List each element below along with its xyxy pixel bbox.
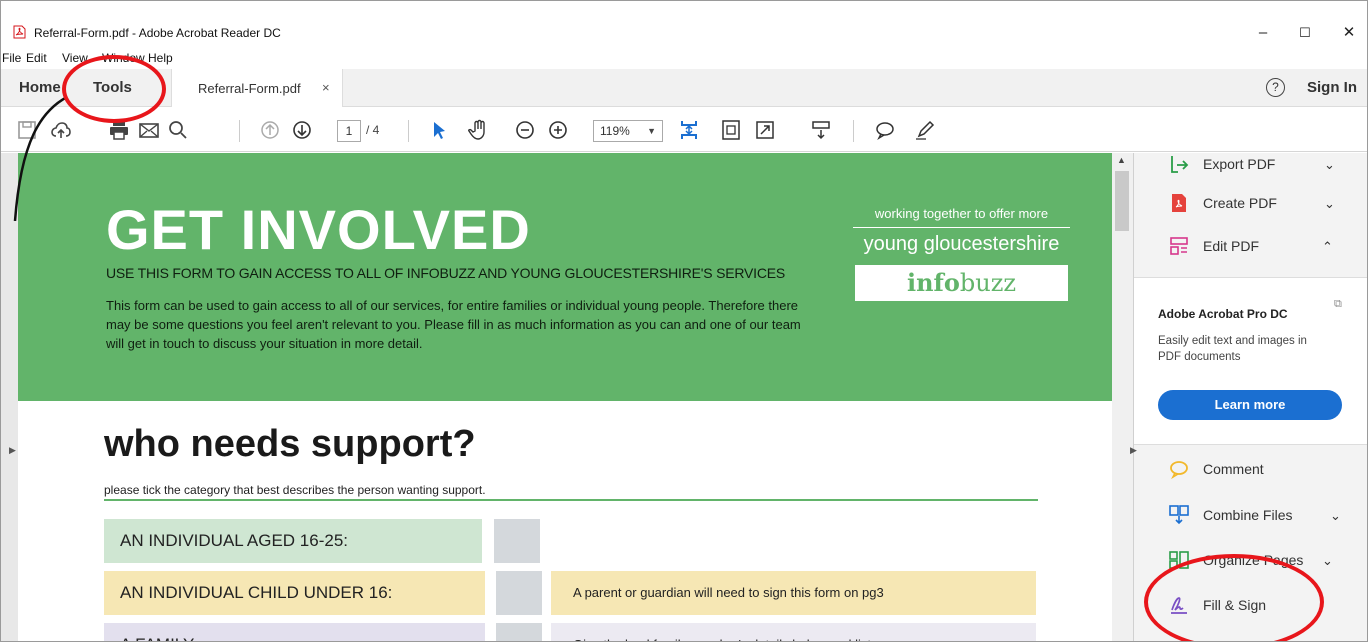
zoom-out-icon[interactable] <box>513 118 537 142</box>
create-pdf-icon <box>1168 192 1190 214</box>
tool-label: Export PDF <box>1203 156 1276 172</box>
document-tab-label: Referral-Form.pdf <box>198 81 301 96</box>
chevron-down-icon[interactable]: ⌄ <box>1324 157 1335 173</box>
annotation-circle-fill-sign <box>1144 554 1324 641</box>
infobuzz-logo: infobuzz <box>855 265 1068 301</box>
copy-icon[interactable]: ⧉ <box>1334 298 1342 311</box>
zoom-select[interactable]: 119% ▼ <box>593 120 663 142</box>
tool-comment[interactable]: Comment <box>1134 450 1367 490</box>
scroll-up-arrow[interactable]: ▲ <box>1117 155 1126 165</box>
left-panel-toggle[interactable]: ▶ <box>9 445 16 456</box>
section-subtitle: please tick the category that best descr… <box>104 483 486 497</box>
menu-help[interactable]: Help <box>148 51 173 65</box>
page-total: / 4 <box>366 123 380 137</box>
fit-width-icon[interactable] <box>719 118 743 142</box>
banner-title: GET INVOLVED <box>106 198 531 261</box>
banner-body: This form can be used to gain access to … <box>106 298 801 351</box>
promo-text: Easily edit text and images in PDF docum… <box>1158 335 1307 363</box>
minimize-button[interactable]: – <box>1251 22 1275 44</box>
read-mode-icon[interactable] <box>809 118 833 142</box>
page-number-input[interactable]: 1 <box>337 120 361 142</box>
full-screen-icon[interactable] <box>753 118 777 142</box>
tool-edit-pdf[interactable]: Edit PDF ⌃ <box>1134 227 1367 267</box>
menu-bar: File Edit View Window Help <box>1 48 1367 68</box>
note-box: Give the lead family member's details be… <box>551 623 1036 641</box>
select-icon[interactable] <box>427 118 451 142</box>
tab-document[interactable]: Referral-Form.pdf × <box>171 69 343 107</box>
tab-bar: Home Tools Referral-Form.pdf × ? Sign In <box>1 69 1367 107</box>
title-bar: Referral-Form.pdf - Adobe Acrobat Reader… <box>1 19 1367 47</box>
document-view[interactable]: ▶ GET INVOLVED USE THIS FORM TO GAIN ACC… <box>1 153 1133 641</box>
tool-label: Edit PDF <box>1203 238 1260 254</box>
chevron-down-icon[interactable]: ⌄ <box>1324 196 1335 212</box>
tool-combine-files[interactable]: Combine Files ⌄ <box>1134 496 1367 536</box>
comment-tool-icon <box>1168 458 1190 480</box>
logo-name: young gloucestershire <box>863 233 1060 255</box>
app-window: Referral-Form.pdf - Adobe Acrobat Reader… <box>0 0 1368 642</box>
zoom-in-icon[interactable] <box>546 118 570 142</box>
page-down-icon[interactable] <box>290 118 314 142</box>
pen-icon[interactable] <box>913 118 937 142</box>
tool-export-pdf[interactable]: Export PDF ⌄ <box>1134 145 1367 185</box>
chevron-down-icon[interactable]: ⌄ <box>1322 553 1333 569</box>
option-row: A FAMILY: <box>104 623 485 641</box>
sign-in-link[interactable]: Sign In <box>1307 79 1357 96</box>
page-up-icon[interactable] <box>258 118 282 142</box>
tool-label: Combine Files <box>1203 507 1293 523</box>
tool-label: Create PDF <box>1203 195 1277 211</box>
hand-icon[interactable] <box>467 118 491 142</box>
tick-box[interactable] <box>494 519 540 563</box>
section-divider <box>104 499 1038 501</box>
tool-label: Comment <box>1203 461 1264 477</box>
upsell-card: Adobe Acrobat Pro DC ⧉ Easily edit text … <box>1134 277 1367 445</box>
comment-icon[interactable] <box>873 118 897 142</box>
maximize-button[interactable]: ☐ <box>1293 22 1317 44</box>
banner-subtitle: USE THIS FORM TO GAIN ACCESS TO ALL OF I… <box>106 265 786 281</box>
learn-more-button[interactable]: Learn more <box>1158 390 1342 420</box>
help-icon[interactable]: ? <box>1266 78 1285 97</box>
chevron-up-icon[interactable]: ⌃ <box>1322 239 1333 255</box>
scroll-thumb[interactable] <box>1115 171 1129 231</box>
tool-create-pdf[interactable]: Create PDF ⌄ <box>1134 184 1367 224</box>
promo-title: Adobe Acrobat Pro DC <box>1158 307 1288 321</box>
close-tab-button[interactable]: × <box>322 80 330 95</box>
vertical-scrollbar[interactable]: ▲ <box>1112 153 1133 641</box>
banner: GET INVOLVED USE THIS FORM TO GAIN ACCES… <box>18 153 1112 401</box>
tick-box[interactable] <box>496 623 542 641</box>
logo-tagline: working together to offer more <box>853 206 1070 228</box>
section-title: who needs support? <box>104 423 476 465</box>
export-pdf-icon <box>1168 153 1190 175</box>
chevron-down-icon[interactable]: ⌄ <box>1330 508 1341 524</box>
annotation-circle-tools <box>62 55 166 123</box>
option-row: AN INDIVIDUAL AGED 16-25: <box>104 519 482 563</box>
edit-pdf-icon <box>1168 235 1190 257</box>
fit-page-icon[interactable] <box>677 118 701 142</box>
combine-files-icon <box>1168 504 1190 526</box>
option-row: AN INDIVIDUAL CHILD UNDER 16: <box>104 571 485 615</box>
close-window-button[interactable]: ✕ <box>1337 22 1361 44</box>
chevron-down-icon: ▼ <box>647 126 656 136</box>
pdf-page: GET INVOLVED USE THIS FORM TO GAIN ACCES… <box>18 153 1112 641</box>
note-box: A parent or guardian will need to sign t… <box>551 571 1036 615</box>
zoom-value: 119% <box>600 124 630 138</box>
search-icon[interactable] <box>166 118 190 142</box>
tick-box[interactable] <box>496 571 542 615</box>
